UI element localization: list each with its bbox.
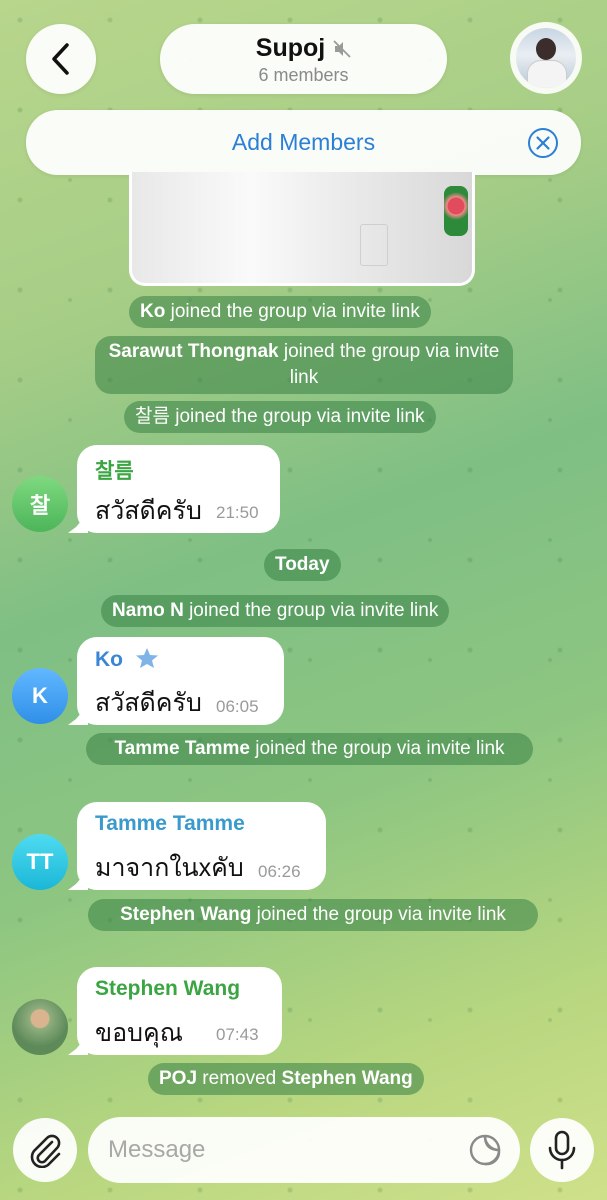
avatar[interactable]: TT bbox=[12, 834, 68, 890]
avatar-initials: 찰 bbox=[29, 493, 51, 518]
service-user-name[interactable]: 찰름 bbox=[135, 406, 170, 427]
message-sender[interactable]: 찰름 bbox=[95, 455, 134, 485]
service-text: removed bbox=[197, 1068, 282, 1089]
message-bubble[interactable]: Tamme Tamme มาจากในxคับ 06:26 bbox=[68, 802, 326, 890]
bubble-tail bbox=[68, 870, 88, 890]
service-text: joined the group via invite link bbox=[165, 301, 420, 322]
star-icon bbox=[135, 648, 158, 668]
service-user-name[interactable]: Namo N bbox=[112, 600, 184, 621]
message-bubble[interactable]: 찰름 สวัสดีครับ 21:50 bbox=[68, 445, 280, 533]
group-avatar-photo bbox=[516, 28, 576, 88]
sticker-icon[interactable] bbox=[468, 1133, 502, 1167]
service-text: joined the group via invite link bbox=[278, 341, 500, 388]
add-members-button[interactable]: Add Members bbox=[26, 129, 581, 156]
service-user-name[interactable]: Sarawut Thongnak bbox=[109, 341, 279, 362]
photo-message[interactable] bbox=[129, 172, 475, 286]
chat-info-button[interactable]: Supoj 6 members bbox=[160, 24, 447, 94]
service-user-name[interactable]: POJ bbox=[159, 1068, 197, 1089]
message-bubble[interactable]: Stephen Wang ขอบคุณ 07:43 bbox=[68, 967, 282, 1055]
service-text: joined the group via invite link bbox=[249, 738, 505, 759]
message-time: 06:05 bbox=[216, 697, 259, 716]
service-message: POJ removed Stephen Wang bbox=[148, 1063, 424, 1095]
photo-detail bbox=[360, 224, 388, 266]
chevron-left-icon bbox=[52, 43, 69, 75]
member-count: 6 members bbox=[258, 65, 349, 85]
service-user-name[interactable]: Stephen Wang bbox=[120, 904, 251, 925]
message-input[interactable] bbox=[88, 1117, 520, 1183]
paperclip-icon bbox=[30, 1134, 61, 1168]
bubble-tail bbox=[68, 513, 88, 533]
group-avatar[interactable] bbox=[510, 22, 582, 94]
message-sender-name: Ko bbox=[95, 648, 123, 671]
message-time: 21:50 bbox=[216, 503, 259, 522]
avatar-initials: TT bbox=[26, 849, 54, 874]
message-bubble[interactable]: Ko สวัสดีครับ 06:05 bbox=[68, 637, 284, 725]
attach-button[interactable] bbox=[13, 1118, 77, 1182]
bubble-tail bbox=[68, 1035, 88, 1055]
add-members-bar[interactable]: Add Members bbox=[26, 110, 581, 175]
message-time: 07:43 bbox=[216, 1025, 259, 1044]
muted-speaker-icon bbox=[333, 39, 351, 58]
service-message: 찰름 joined the group via invite link bbox=[124, 401, 436, 433]
service-user-name[interactable]: Stephen Wang bbox=[282, 1068, 413, 1089]
bubble-tail bbox=[68, 705, 88, 725]
service-text: joined the group via invite link bbox=[183, 600, 439, 621]
voice-record-button[interactable] bbox=[530, 1118, 594, 1182]
message-sender[interactable]: Stephen Wang bbox=[95, 977, 240, 1001]
service-message: Stephen Wang joined the group via invite… bbox=[88, 899, 538, 931]
service-message: Tamme Tamme joined the group via invite … bbox=[86, 733, 533, 765]
service-user-name[interactable]: Ko bbox=[140, 301, 165, 322]
microphone-icon bbox=[548, 1130, 576, 1170]
back-button[interactable] bbox=[26, 24, 96, 94]
message-sender[interactable]: Ko bbox=[95, 647, 159, 672]
message-text: สวัสดีครับ bbox=[95, 497, 202, 525]
chat-title: Supoj bbox=[255, 34, 326, 62]
message-text: ขอบคุณ bbox=[95, 1019, 183, 1047]
service-message: Sarawut Thongnak joined the group via in… bbox=[95, 336, 513, 394]
service-text: joined the group via invite link bbox=[169, 406, 425, 427]
service-message: Namo N joined the group via invite link bbox=[101, 595, 450, 627]
close-icon[interactable] bbox=[527, 127, 559, 159]
service-user-name[interactable]: Tamme Tamme bbox=[114, 738, 250, 759]
avatar-initials: K bbox=[32, 683, 48, 708]
message-time: 06:26 bbox=[258, 862, 301, 881]
date-separator: Today bbox=[264, 549, 341, 581]
photo-detail-flower bbox=[444, 186, 468, 236]
avatar[interactable]: K bbox=[12, 668, 68, 724]
message-text: สวัสดีครับ bbox=[95, 689, 202, 717]
service-text: joined the group via invite link bbox=[251, 904, 506, 925]
message-text: มาจากในxคับ bbox=[95, 854, 244, 882]
message-sender[interactable]: Tamme Tamme bbox=[95, 812, 245, 836]
service-message: Ko joined the group via invite link bbox=[129, 296, 431, 328]
avatar[interactable] bbox=[12, 999, 68, 1055]
avatar[interactable]: 찰 bbox=[12, 476, 68, 532]
